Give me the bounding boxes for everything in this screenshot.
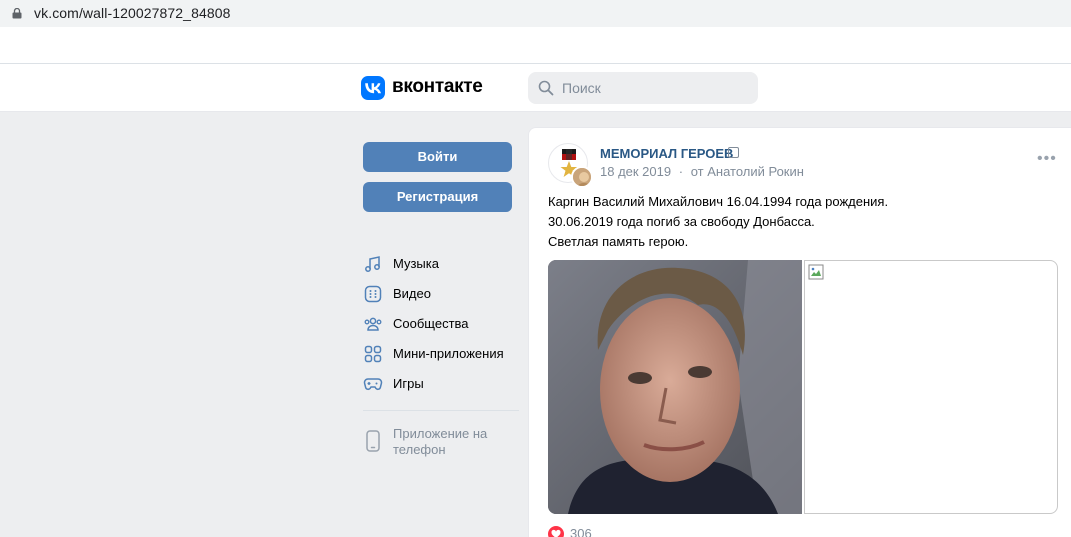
post-photo[interactable] [548, 260, 802, 514]
phone-icon [366, 430, 380, 452]
vk-logo-icon[interactable] [361, 76, 385, 100]
sidebar-item-label: Видео [393, 286, 431, 301]
mini-apps-icon [364, 345, 382, 363]
sidebar-item-label: Музыка [393, 256, 439, 271]
author-avatar[interactable] [571, 166, 593, 188]
post-text-line: 30.06.2019 года погиб за свободу Донбасс… [548, 214, 815, 229]
mobile-app-label: Приложение на телефон [393, 426, 488, 457]
verified-icon [728, 147, 739, 158]
vk-brand[interactable]: вконтакте [392, 76, 483, 98]
lock-icon [12, 8, 22, 19]
communities-icon [364, 317, 382, 331]
video-icon [364, 285, 382, 303]
portrait-photo [548, 260, 802, 514]
search-icon [538, 80, 554, 96]
sidebar-item-video[interactable]: Видео [363, 284, 523, 304]
gamepad-icon [363, 378, 383, 391]
meta-separator: · [678, 164, 684, 179]
browser-address-bar: vk.com/wall-120027872_84808 [0, 0, 1071, 28]
heart-icon [548, 526, 564, 537]
post-date[interactable]: 18 дек 2019 [600, 164, 671, 179]
url-text: vk.com/wall-120027872_84808 [34, 5, 231, 21]
post-meta: 18 дек 2019 · от Анатолий Рокин [600, 164, 804, 179]
sidebar-item-mobile-app[interactable]: Приложение на телефон [363, 426, 523, 460]
sidebar-item-mini-apps[interactable]: Мини-приложения [363, 344, 523, 364]
sidebar-item-communities[interactable]: Сообщества [363, 314, 523, 334]
broken-image-icon [808, 264, 824, 280]
more-options-icon[interactable]: ••• [1037, 151, 1057, 167]
post-text: Каргин Василий Михайлович 16.04.1994 год… [548, 192, 1048, 252]
search-placeholder: Поиск [562, 80, 601, 96]
post-text-line: Светлая память герою. [548, 234, 689, 249]
likes-count: 306 [570, 526, 592, 537]
post-text-line: Каргин Василий Михайлович 16.04.1994 год… [548, 194, 889, 209]
sidebar-item-label: Мини-приложения [393, 346, 504, 361]
page-top-strip [0, 28, 1071, 64]
sidebar-item-label: Игры [393, 376, 424, 391]
sidebar-divider [363, 410, 519, 411]
address-field[interactable]: vk.com/wall-120027872_84808 [0, 0, 1071, 27]
post-photo-broken[interactable] [804, 260, 1058, 514]
post-signer[interactable]: от Анатолий Рокин [691, 164, 804, 179]
post-author-link[interactable]: МЕМОРИАЛ ГЕРОЕВ [600, 146, 733, 161]
search-input[interactable]: Поиск [528, 72, 758, 104]
register-button[interactable]: Регистрация [363, 182, 512, 212]
music-icon [365, 256, 380, 272]
sidebar-item-games[interactable]: Игры [363, 374, 523, 394]
login-button[interactable]: Войти [363, 142, 512, 172]
sidebar-item-label: Сообщества [393, 316, 469, 331]
sidebar-item-music[interactable]: Музыка [363, 254, 523, 274]
